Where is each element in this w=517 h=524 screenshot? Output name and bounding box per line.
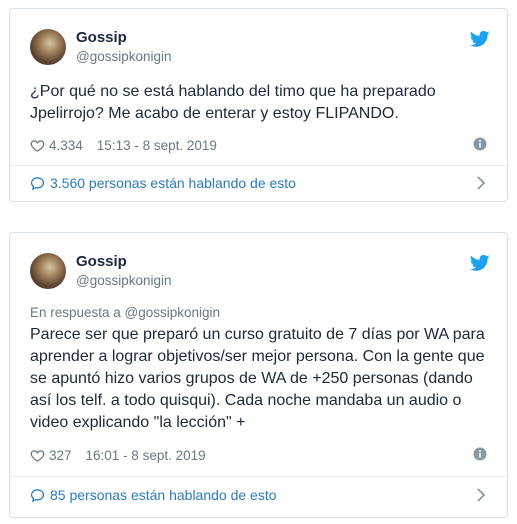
divider: [10, 476, 507, 477]
chevron-right-icon[interactable]: [475, 488, 487, 502]
avatar[interactable]: [30, 253, 66, 289]
tweet-text: Parece ser que preparó un curso gratuito…: [30, 326, 485, 431]
conversation-link[interactable]: 3.560 personas están hablando de esto: [30, 172, 487, 194]
author-handle[interactable]: @gossipkonigin: [76, 49, 172, 64]
tweet-card-1[interactable]: Gossip @gossipkonigin ¿Por qué no se est…: [9, 8, 508, 202]
divider: [10, 165, 507, 166]
tweet-meta: 327 16:01 - 8 sept. 2019: [30, 445, 487, 465]
speech-bubble-icon: [30, 176, 45, 190]
conversation-count[interactable]: 85 personas están hablando de esto: [50, 487, 277, 503]
tweet-header: Gossip @gossipkonigin: [30, 29, 490, 69]
conversation-link[interactable]: 85 personas están hablando de esto: [30, 484, 487, 506]
like-count[interactable]: 327: [49, 448, 72, 463]
tweet-text: ¿Por qué no se está hablando del timo qu…: [30, 83, 436, 122]
tweet-timestamp[interactable]: 16:01 - 8 sept. 2019: [86, 448, 206, 463]
speech-bubble-icon: [30, 488, 45, 502]
author-name[interactable]: Gossip: [76, 253, 127, 270]
twitter-bird-icon[interactable]: [470, 29, 490, 49]
heart-icon[interactable]: [30, 448, 45, 463]
heart-icon[interactable]: [30, 138, 45, 153]
tweet-meta: 4.334 15:13 - 8 sept. 2019: [30, 135, 487, 155]
twitter-bird-icon[interactable]: [470, 253, 490, 273]
info-icon[interactable]: [473, 137, 487, 151]
author-handle[interactable]: @gossipkonigin: [76, 273, 172, 288]
avatar[interactable]: [30, 29, 66, 65]
tweet-header: Gossip @gossipkonigin: [30, 253, 490, 293]
reply-to-label[interactable]: En respuesta a @gossipkonigin: [30, 305, 220, 320]
info-icon[interactable]: [473, 447, 487, 461]
like-count[interactable]: 4.334: [49, 138, 83, 153]
author-name[interactable]: Gossip: [76, 29, 127, 46]
tweet-timestamp[interactable]: 15:13 - 8 sept. 2019: [97, 138, 217, 153]
conversation-count[interactable]: 3.560 personas están hablando de esto: [50, 175, 296, 191]
tweet-card-2[interactable]: Gossip @gossipkonigin En respuesta a @go…: [9, 232, 508, 518]
chevron-right-icon[interactable]: [475, 176, 487, 190]
